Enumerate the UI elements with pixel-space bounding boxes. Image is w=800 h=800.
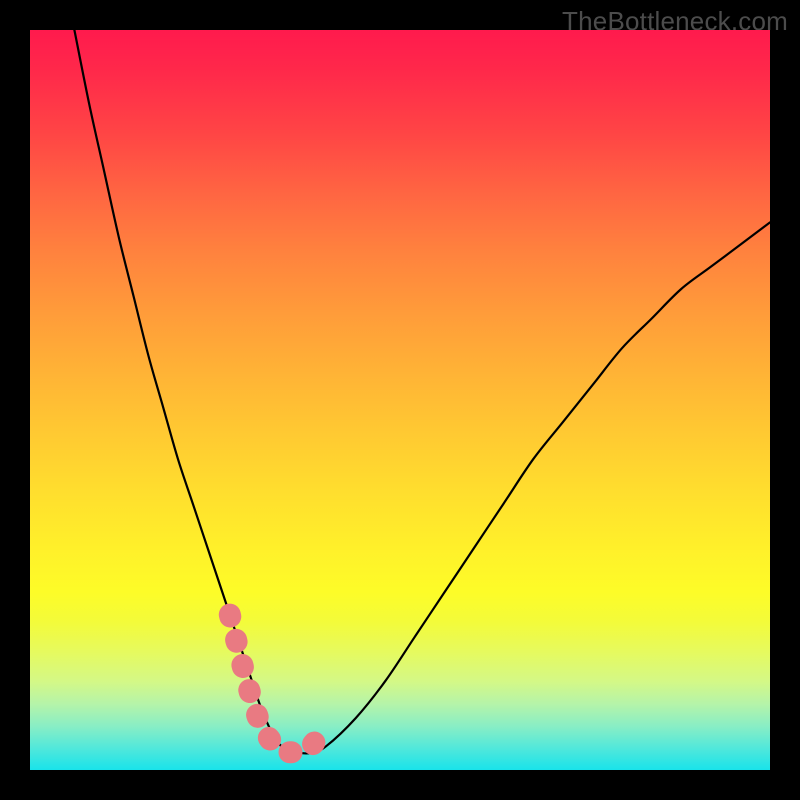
main-curve	[74, 30, 770, 753]
marker-strip	[230, 615, 319, 753]
plot-area	[30, 30, 770, 770]
chart-frame: TheBottleneck.com	[0, 0, 800, 800]
chart-svg	[30, 30, 770, 770]
